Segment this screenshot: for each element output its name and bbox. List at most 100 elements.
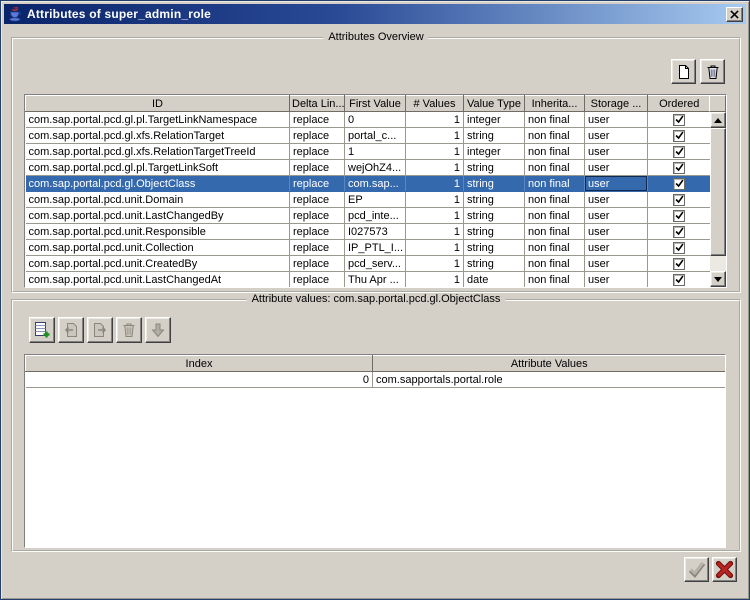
cell-id[interactable]: com.sap.portal.pcd.unit.CreatedBy (26, 256, 290, 272)
ordered-checkbox[interactable] (673, 194, 685, 206)
cell-id[interactable]: com.sap.portal.pcd.gl.xfs.RelationTarget… (26, 144, 290, 160)
ordered-checkbox[interactable] (673, 146, 685, 158)
cell-storage[interactable]: user (585, 208, 648, 224)
cell-value_type[interactable]: integer (464, 112, 525, 128)
cell-inheritance[interactable]: non final (525, 112, 585, 128)
cell-delta_link[interactable]: replace (290, 160, 345, 176)
ordered-checkbox[interactable] (673, 274, 685, 286)
attribute-row[interactable]: com.sap.portal.pcd.unit.DomainreplaceEP1… (26, 192, 711, 208)
cell-ordered[interactable] (648, 224, 711, 240)
cell-value_type[interactable]: string (464, 176, 525, 192)
cell-ordered[interactable] (648, 272, 711, 288)
value-export-button[interactable] (87, 317, 113, 343)
cell-index[interactable]: 0 (26, 372, 373, 388)
cell-num_values[interactable]: 1 (406, 176, 464, 192)
delete-attribute-button[interactable] (700, 59, 725, 84)
delete-value-button[interactable] (116, 317, 142, 343)
attribute-row[interactable]: com.sap.portal.pcd.unit.Collectionreplac… (26, 240, 711, 256)
cell-value_type[interactable]: string (464, 160, 525, 176)
confirm-button[interactable] (684, 557, 709, 582)
cell-id[interactable]: com.sap.portal.pcd.unit.Collection (26, 240, 290, 256)
cell-delta_link[interactable]: replace (290, 240, 345, 256)
cell-storage[interactable]: user (585, 192, 648, 208)
cell-first_value[interactable]: pcd_inte... (345, 208, 406, 224)
cell-id[interactable]: com.sap.portal.pcd.gl.pl.TargetLinkSoft (26, 160, 290, 176)
cell-inheritance[interactable]: non final (525, 208, 585, 224)
cell-value_type[interactable]: string (464, 192, 525, 208)
cell-delta_link[interactable]: replace (290, 192, 345, 208)
cell-num_values[interactable]: 1 (406, 144, 464, 160)
cell-ordered[interactable] (648, 256, 711, 272)
new-attribute-button[interactable] (671, 59, 696, 84)
cell-ordered[interactable] (648, 208, 711, 224)
cell-storage[interactable]: user (585, 160, 648, 176)
cell-num_values[interactable]: 1 (406, 208, 464, 224)
attribute-row[interactable]: com.sap.portal.pcd.gl.pl.TargetLinkSoftr… (26, 160, 711, 176)
ordered-checkbox[interactable] (673, 242, 685, 254)
cell-id[interactable]: com.sap.portal.pcd.gl.pl.TargetLinkNames… (26, 112, 290, 128)
cell-delta_link[interactable]: replace (290, 272, 345, 288)
cell-inheritance[interactable]: non final (525, 256, 585, 272)
ordered-checkbox[interactable] (673, 162, 685, 174)
column-header[interactable]: Inherita... (525, 96, 585, 112)
cell-first_value[interactable]: com.sap... (345, 176, 406, 192)
attribute-row[interactable]: com.sap.portal.pcd.gl.xfs.RelationTarget… (26, 128, 711, 144)
column-header[interactable]: ID (26, 96, 290, 112)
cell-inheritance[interactable]: non final (525, 176, 585, 192)
cell-first_value[interactable]: I027573 (345, 224, 406, 240)
attributes-scrollbar[interactable] (710, 112, 726, 287)
cell-value_type[interactable]: string (464, 128, 525, 144)
attribute-row[interactable]: com.sap.portal.pcd.gl.xfs.RelationTarget… (26, 144, 711, 160)
cell-storage[interactable]: user (585, 176, 648, 192)
cell-num_values[interactable]: 1 (406, 192, 464, 208)
cell-num_values[interactable]: 1 (406, 224, 464, 240)
cell-inheritance[interactable]: non final (525, 224, 585, 240)
close-button[interactable] (726, 7, 743, 22)
cell-first_value[interactable]: portal_c... (345, 128, 406, 144)
cell-num_values[interactable]: 1 (406, 112, 464, 128)
ordered-checkbox[interactable] (673, 210, 685, 222)
scrollbar-thumb[interactable] (710, 128, 726, 256)
cell-id[interactable]: com.sap.portal.pcd.unit.LastChangedAt (26, 272, 290, 288)
cell-first_value[interactable]: 0 (345, 112, 406, 128)
cell-inheritance[interactable]: non final (525, 144, 585, 160)
cell-delta_link[interactable]: replace (290, 224, 345, 240)
attribute-row[interactable]: com.sap.portal.pcd.unit.LastChangedAtrep… (26, 272, 711, 288)
cell-storage[interactable]: user (585, 128, 648, 144)
cell-inheritance[interactable]: non final (525, 240, 585, 256)
cell-delta_link[interactable]: replace (290, 128, 345, 144)
cell-ordered[interactable] (648, 240, 711, 256)
cell-inheritance[interactable]: non final (525, 128, 585, 144)
cell-first_value[interactable]: wejOhZ4... (345, 160, 406, 176)
cell-delta_link[interactable]: replace (290, 144, 345, 160)
ordered-checkbox[interactable] (673, 130, 685, 142)
cell-id[interactable]: com.sap.portal.pcd.gl.xfs.RelationTarget (26, 128, 290, 144)
cell-id[interactable]: com.sap.portal.pcd.unit.LastChangedBy (26, 208, 290, 224)
cell-num_values[interactable]: 1 (406, 160, 464, 176)
column-header[interactable]: Value Type (464, 96, 525, 112)
cell-storage[interactable]: user (585, 240, 648, 256)
cell-num_values[interactable]: 1 (406, 256, 464, 272)
cell-value_type[interactable]: string (464, 256, 525, 272)
attribute-row[interactable]: com.sap.portal.pcd.gl.pl.TargetLinkNames… (26, 112, 711, 128)
cell-num_values[interactable]: 1 (406, 272, 464, 288)
cell-storage[interactable]: user (585, 224, 648, 240)
cell-id[interactable]: com.sap.portal.pcd.unit.Responsible (26, 224, 290, 240)
column-header[interactable]: # Values (406, 96, 464, 112)
column-header[interactable]: First Value (345, 96, 406, 112)
cell-inheritance[interactable]: non final (525, 272, 585, 288)
cell-storage[interactable]: user (585, 256, 648, 272)
cell-ordered[interactable] (648, 192, 711, 208)
column-header[interactable]: Ordered (648, 96, 711, 112)
cancel-button[interactable] (712, 557, 737, 582)
column-header[interactable]: Attribute Values (373, 356, 726, 372)
cell-first_value[interactable]: IP_PTL_I... (345, 240, 406, 256)
column-header[interactable]: Storage ... (585, 96, 648, 112)
cell-first_value[interactable]: 1 (345, 144, 406, 160)
cell-attribute-value[interactable]: com.sapportals.portal.role (373, 372, 726, 388)
cell-delta_link[interactable]: replace (290, 256, 345, 272)
cell-value_type[interactable]: string (464, 240, 525, 256)
cell-storage[interactable]: user (585, 144, 648, 160)
value-import-button[interactable] (58, 317, 84, 343)
value-row[interactable]: 0com.sapportals.portal.role (26, 372, 726, 388)
